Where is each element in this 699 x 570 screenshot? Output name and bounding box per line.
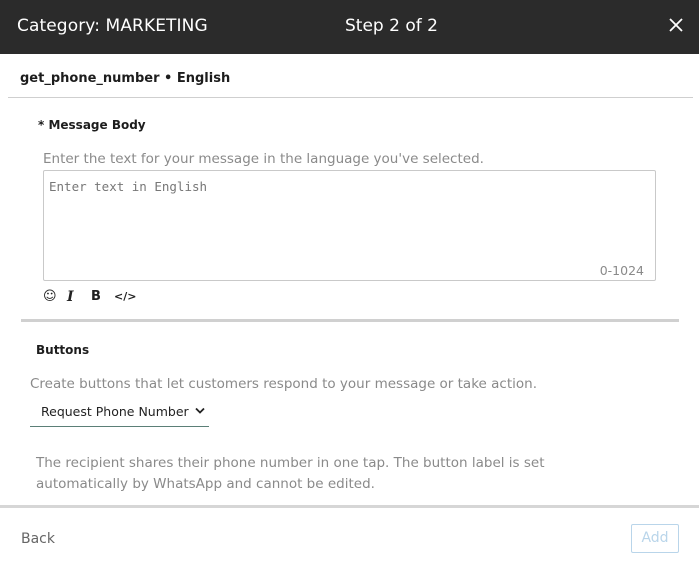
divider xyxy=(8,97,693,98)
footer-divider xyxy=(0,505,699,508)
dialog-title: Category: MARKETING xyxy=(17,16,208,36)
message-body-placeholder: Enter text in English xyxy=(49,179,208,194)
button-type-selected-value: Request Phone Number xyxy=(41,404,189,419)
message-body-help: Enter the text for your message in the l… xyxy=(43,151,484,167)
dialog-header: Category: MARKETING Step 2 of 2 xyxy=(0,0,699,54)
buttons-section-label: Buttons xyxy=(36,343,90,357)
section-divider xyxy=(21,319,679,322)
step-indicator: Step 2 of 2 xyxy=(345,16,438,36)
template-step-dialog: Category: MARKETING Step 2 of 2 get_phon… xyxy=(0,0,699,570)
close-button[interactable] xyxy=(667,16,685,34)
close-icon xyxy=(669,18,683,32)
template-name-language: get_phone_number • English xyxy=(20,71,231,86)
back-button[interactable]: Back xyxy=(21,531,55,547)
message-body-label: * Message Body xyxy=(38,118,146,132)
add-button[interactable]: Add xyxy=(631,524,679,553)
character-counter: 0-1024 xyxy=(599,263,644,278)
button-type-description: The recipient shares their phone number … xyxy=(36,455,545,492)
buttons-section-help: Create buttons that let customers respon… xyxy=(30,376,537,392)
chevron-down-icon xyxy=(195,407,205,414)
emoji-icon[interactable]: ☺ xyxy=(43,288,57,306)
button-type-select[interactable]: Request Phone Number xyxy=(30,398,209,427)
italic-icon[interactable]: I xyxy=(67,288,74,306)
message-body-textarea[interactable]: Enter text in English 0-1024 xyxy=(43,170,656,281)
bold-icon[interactable]: B xyxy=(91,288,101,306)
code-icon[interactable]: </> xyxy=(114,288,136,306)
